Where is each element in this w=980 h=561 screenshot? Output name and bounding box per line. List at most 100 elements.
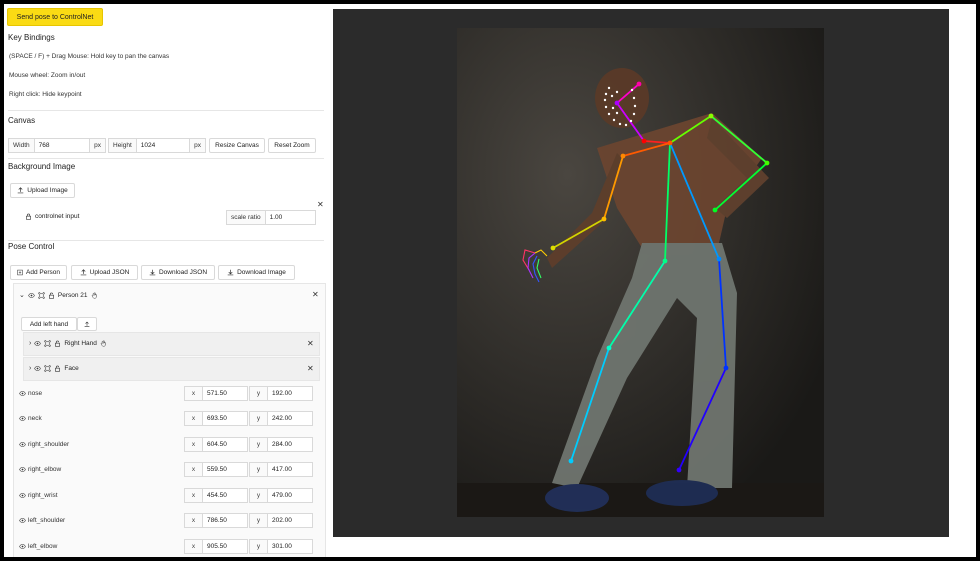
eye-icon[interactable] xyxy=(34,365,42,372)
add-left-hand-button[interactable]: Add left hand xyxy=(21,317,77,331)
keypoint-y-field[interactable]: y 202.00 xyxy=(249,513,313,528)
keypoint-y-input[interactable]: 242.00 xyxy=(268,412,312,425)
x-axis-label: x xyxy=(185,438,203,451)
keypoint-y-field[interactable]: y 301.00 xyxy=(249,539,313,554)
target-icon[interactable] xyxy=(44,365,51,372)
keypoint-x-field[interactable]: x 905.50 xyxy=(184,539,248,554)
drag-hand-icon[interactable] xyxy=(100,340,107,347)
keypoint-y-field[interactable]: y 417.00 xyxy=(249,462,313,477)
x-axis-label: x xyxy=(185,412,203,425)
remove-right-hand-icon[interactable]: ✕ xyxy=(307,339,314,348)
canvas-width-field[interactable]: Width 768 px xyxy=(8,138,106,153)
keypoint-y-input[interactable]: 301.00 xyxy=(268,540,312,553)
upload-json-button[interactable]: Upload JSON xyxy=(71,265,138,280)
unlock-icon[interactable] xyxy=(48,292,55,299)
keypoint-y-input[interactable]: 479.00 xyxy=(268,489,312,502)
download-json-button[interactable]: Download JSON xyxy=(141,265,215,280)
keypoint-y-field[interactable]: y 242.00 xyxy=(249,411,313,426)
pose-control-title: Pose Control xyxy=(8,242,55,251)
eye-icon[interactable] xyxy=(19,492,26,499)
key-binding-pan: (SPACE / F) + Drag Mouse: Hold key to pa… xyxy=(9,53,170,60)
reset-zoom-button[interactable]: Reset Zoom xyxy=(268,138,316,153)
keypoint-x-input[interactable]: 905.50 xyxy=(203,540,247,553)
width-input[interactable]: 768 xyxy=(34,139,90,152)
person-header[interactable]: ⌄ Person 21 xyxy=(19,291,98,299)
keypoint-x-field[interactable]: x 786.50 xyxy=(184,513,248,528)
right-hand-label: Right Hand xyxy=(64,340,97,347)
eye-icon[interactable] xyxy=(19,466,26,473)
target-icon[interactable] xyxy=(44,340,51,347)
keypoint-y-input[interactable]: 284.00 xyxy=(268,438,312,451)
eye-icon[interactable] xyxy=(19,517,26,524)
download-icon xyxy=(149,269,156,276)
download-json-label: Download JSON xyxy=(158,269,208,276)
download-image-button[interactable]: Download Image xyxy=(218,265,295,280)
pose-skeleton[interactable] xyxy=(457,28,824,517)
remove-person-icon[interactable]: ✕ xyxy=(312,290,319,299)
keypoint-y-field[interactable]: y 284.00 xyxy=(249,437,313,452)
eye-icon[interactable] xyxy=(28,292,35,299)
keypoint-x-field[interactable]: x 454.50 xyxy=(184,488,248,503)
height-input[interactable]: 1024 xyxy=(136,139,190,152)
y-axis-label: y xyxy=(250,463,268,476)
drag-hand-icon[interactable] xyxy=(91,291,98,299)
upload-image-button[interactable]: Upload Image xyxy=(10,183,75,198)
send-to-controlnet-button[interactable]: Send pose to ControlNet xyxy=(7,8,103,26)
width-unit: px xyxy=(89,139,105,152)
keypoint-x-input[interactable]: 571.50 xyxy=(203,387,247,400)
keypoint-y-field[interactable]: y 479.00 xyxy=(249,488,313,503)
keypoint-x-field[interactable]: x 693.50 xyxy=(184,411,248,426)
scale-ratio-input[interactable]: 1.00 xyxy=(265,211,315,224)
lock-icon[interactable] xyxy=(25,213,32,220)
unlock-icon[interactable] xyxy=(54,340,61,347)
keypoint-y-input[interactable]: 202.00 xyxy=(268,514,312,527)
keypoint-x-field[interactable]: x 604.50 xyxy=(184,437,248,452)
keypoint-name: left_elbow xyxy=(28,543,58,550)
keypoint-x-field[interactable]: x 571.50 xyxy=(184,386,248,401)
keypoint-y-input[interactable]: 192.00 xyxy=(268,387,312,400)
add-person-button[interactable]: Add Person xyxy=(10,265,67,280)
keypoint-x-input[interactable]: 786.50 xyxy=(203,514,247,527)
scale-ratio-field[interactable]: scale ratio 1.00 xyxy=(226,210,316,225)
add-person-label: Add Person xyxy=(26,269,60,276)
divider xyxy=(8,240,324,241)
keypoint-x-input[interactable]: 693.50 xyxy=(203,412,247,425)
keypoint-x-input[interactable]: 454.50 xyxy=(203,489,247,502)
right-hand-panel: › Right Hand ✕ xyxy=(23,332,320,356)
keypoint-x-input[interactable]: 559.50 xyxy=(203,463,247,476)
upload-hand-button[interactable] xyxy=(77,317,97,331)
pose-canvas[interactable] xyxy=(333,9,949,537)
face-header[interactable]: › Face xyxy=(29,365,79,372)
right-hand-header[interactable]: › Right Hand xyxy=(29,340,107,347)
eye-icon[interactable] xyxy=(19,543,26,550)
upload-image-label: Upload Image xyxy=(27,187,68,194)
keypoint-y-field[interactable]: y 192.00 xyxy=(249,386,313,401)
eye-icon[interactable] xyxy=(19,390,26,397)
keypoint-row-left_shoulder: left_shoulder x 786.50 y 202.00 xyxy=(18,513,313,529)
chevron-down-icon[interactable]: ⌄ xyxy=(19,291,25,299)
keypoint-name: left_shoulder xyxy=(28,517,66,524)
keypoint-x-field[interactable]: x 559.50 xyxy=(184,462,248,477)
remove-face-icon[interactable]: ✕ xyxy=(307,364,314,373)
control-panel: Send pose to ControlNet Key Bindings (SP… xyxy=(4,4,326,557)
canvas-height-field[interactable]: Height 1024 px xyxy=(108,138,206,153)
chevron-right-icon[interactable]: › xyxy=(29,365,31,372)
chevron-right-icon[interactable]: › xyxy=(29,340,31,347)
eye-icon[interactable] xyxy=(19,415,26,422)
resize-canvas-button[interactable]: Resize Canvas xyxy=(209,138,265,153)
keypoint-y-input[interactable]: 417.00 xyxy=(268,463,312,476)
eye-icon[interactable] xyxy=(19,441,26,448)
target-icon[interactable] xyxy=(38,291,45,299)
y-axis-label: y xyxy=(250,387,268,400)
keypoint-label: neck xyxy=(19,415,42,422)
keypoint-row-right_wrist: right_wrist x 454.50 y 479.00 xyxy=(18,488,313,504)
background-image-title: Background Image xyxy=(8,162,76,171)
face-panel: › Face ✕ xyxy=(23,357,320,381)
eye-icon[interactable] xyxy=(34,340,42,347)
unlock-icon[interactable] xyxy=(54,365,61,372)
remove-background-icon[interactable]: ✕ xyxy=(317,200,324,209)
keypoint-label: nose xyxy=(19,390,42,397)
keypoint-x-input[interactable]: 604.50 xyxy=(203,438,247,451)
height-label: Height xyxy=(109,139,137,152)
keypoint-row-right_elbow: right_elbow x 559.50 y 417.00 xyxy=(18,462,313,478)
